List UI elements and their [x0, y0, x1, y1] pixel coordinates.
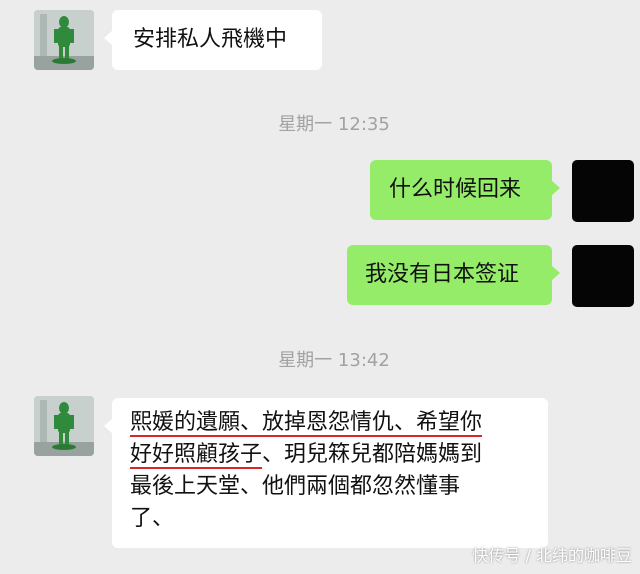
message-text: 、玥兒箖兒都陪媽媽到 [262, 442, 483, 467]
timestamp: 星期一 13:42 [278, 350, 390, 371]
message-text: 安排私人飛機中 [133, 27, 288, 52]
green-figure-icon [34, 10, 94, 70]
message-text: 我没有日本签证 [365, 262, 520, 287]
timestamp: 星期一 12:35 [278, 114, 390, 135]
incoming-message-long[interactable]: 熙媛的遺願、放掉恩怨情仇、希望你 好好照顧孩子、玥兒箖兒都陪媽媽到 最後上天堂、… [104, 398, 548, 548]
contact-avatar[interactable] [34, 396, 94, 456]
incoming-message-1[interactable]: 安排私人飛機中 [104, 10, 322, 70]
green-figure-icon [34, 396, 94, 456]
my-avatar[interactable] [572, 245, 634, 307]
highlighted-text: 熙媛的遺願、放掉恩怨情仇、希望你 [130, 410, 483, 435]
message-text: 了、 [130, 506, 175, 531]
outgoing-message-1[interactable]: 什么时候回来 [370, 160, 560, 220]
chat-window: 安排私人飛機中 星期一 12:35 什么时候回来 我没有日本签证 星期一 13:… [0, 0, 640, 574]
message-text: 什么时候回来 [389, 177, 522, 202]
my-avatar[interactable] [572, 160, 634, 222]
outgoing-message-2[interactable]: 我没有日本签证 [347, 245, 560, 305]
highlighted-text: 好好照顧孩子 [130, 442, 263, 467]
contact-avatar[interactable] [34, 10, 94, 70]
message-text: 最後上天堂、他們兩個都忽然懂事 [130, 474, 461, 499]
watermark: 快传号 / 北纬的咖啡豆 [472, 546, 632, 565]
